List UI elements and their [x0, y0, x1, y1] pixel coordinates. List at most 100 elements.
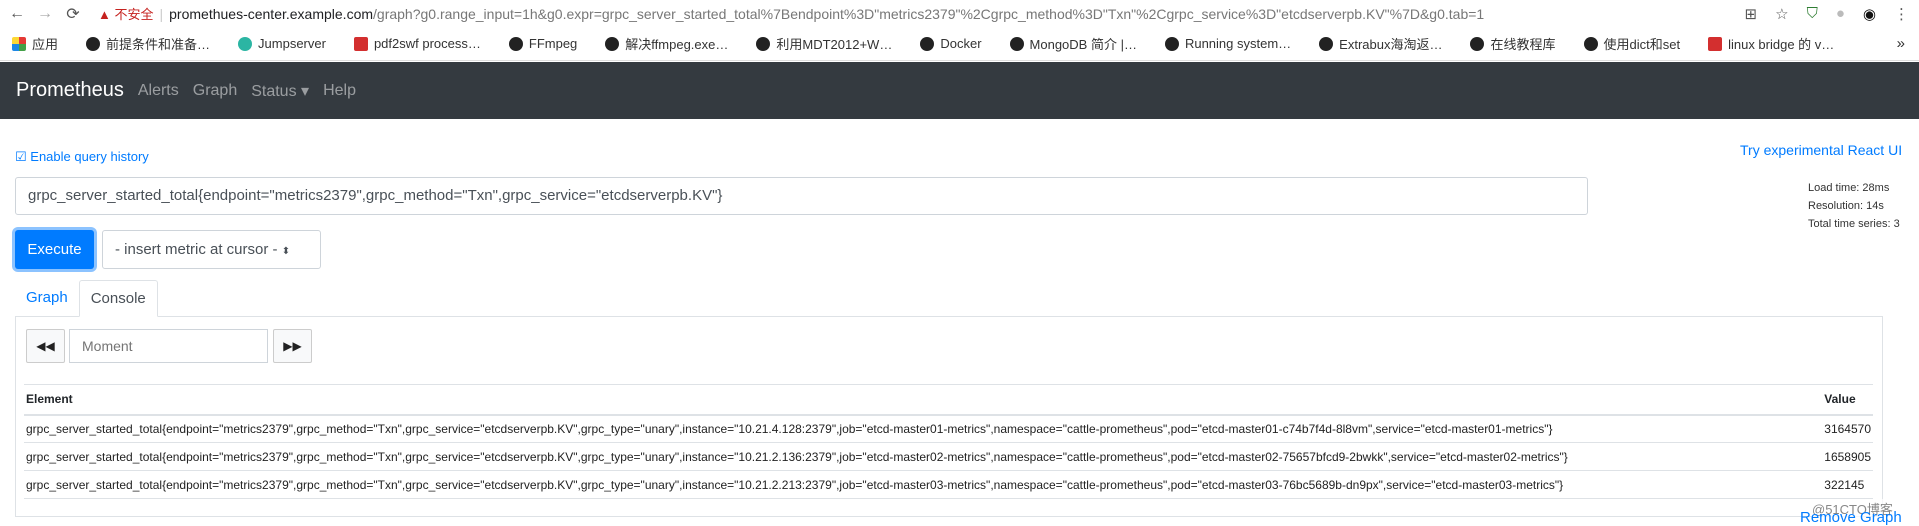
value-cell: 322145 — [1822, 470, 1873, 499]
bookmark-item[interactable]: MongoDB 简介 |… — [1009, 34, 1137, 53]
bookmark-label: 解决ffmpeg.exe… — [625, 37, 729, 52]
bookmark-label: 在线教程库 — [1490, 37, 1556, 52]
react-ui-link[interactable]: Try experimental React UI — [1740, 142, 1902, 158]
bookmark-label: 应用 — [32, 37, 59, 52]
url-path: /graph?g0.range_input=1h&g0.expr=grpc_se… — [373, 5, 1485, 22]
bookmark-item[interactable]: 前提条件和准备… — [86, 34, 210, 53]
insecure-label: 不安全 — [114, 7, 154, 22]
bookmark-label: MongoDB 简介 |… — [1029, 37, 1137, 52]
resolution: Resolution: 14s — [1808, 200, 1884, 212]
console-table: Element Value grpc_server_started_total{… — [24, 384, 1873, 499]
bookmark-item[interactable]: 使用dict和set — [1583, 34, 1681, 53]
column-element: Element — [24, 384, 1823, 416]
forward-icon: ▶▶ — [283, 339, 302, 353]
execute-button[interactable]: Execute — [15, 230, 94, 269]
globe-icon — [1319, 36, 1334, 51]
nav-status[interactable]: Status ▾ — [251, 81, 309, 101]
table-row: grpc_server_started_total{endpoint="metr… — [24, 470, 1873, 499]
globe-icon — [1009, 36, 1024, 51]
tab-graph[interactable]: Graph — [15, 280, 79, 317]
bookmark-item[interactable]: FFmpeg — [508, 36, 578, 51]
expression-input[interactable] — [15, 177, 1588, 215]
globe-icon — [756, 36, 771, 51]
bookmark-item[interactable]: Running system… — [1164, 36, 1292, 51]
previous-moment-button[interactable]: ◀◀ — [26, 329, 65, 363]
bookmark-label: 使用dict和set — [1603, 37, 1681, 52]
column-value: Value — [1822, 384, 1873, 416]
bookmark-label: Running system… — [1184, 36, 1292, 51]
csdn-icon — [353, 36, 368, 51]
bookmark-item[interactable]: Extrabux海淘返… — [1319, 34, 1442, 53]
profile-icon[interactable]: ◉ — [1863, 5, 1876, 23]
menu-icon[interactable]: ⋮ — [1894, 5, 1909, 23]
shield-extension-icon[interactable]: ⛉ — [1807, 5, 1818, 23]
moment-input[interactable] — [69, 329, 268, 363]
nav-help[interactable]: Help — [323, 82, 356, 100]
element-cell: grpc_server_started_total{endpoint="metr… — [24, 470, 1823, 499]
bookmark-label: 利用MDT2012+W… — [776, 37, 893, 52]
enable-query-history[interactable]: ☑ Enable query history — [15, 149, 149, 165]
load-time: Load time: 28ms — [1808, 182, 1890, 194]
jumpserver-icon — [238, 36, 253, 51]
element-cell: grpc_server_started_total{endpoint="metr… — [24, 414, 1823, 443]
history-label: Enable query history — [30, 149, 149, 164]
checkbox-checked-icon[interactable]: ☑ — [15, 149, 27, 164]
bookmark-label: pdf2swf process… — [373, 36, 481, 51]
total-series: Total time series: 3 — [1808, 218, 1900, 230]
diamond-icon — [86, 36, 101, 51]
bookmark-item[interactable]: Jumpserver — [238, 36, 326, 51]
bookmark-item[interactable]: linux bridge 的 v… — [1708, 34, 1834, 53]
brand[interactable]: Prometheus — [16, 79, 124, 102]
select-arrows-icon: ⬍ — [281, 246, 291, 257]
bookmark-label: 前提条件和准备… — [106, 37, 211, 52]
navbar: Prometheus Alerts Graph Status ▾ Help — [0, 62, 1919, 119]
next-moment-button[interactable]: ▶▶ — [273, 329, 312, 363]
table-row: grpc_server_started_total{endpoint="metr… — [24, 442, 1873, 471]
url-host: promethues-center.example.com — [169, 5, 374, 22]
circle-extension-icon[interactable]: ● — [1836, 5, 1845, 23]
insecure-warning[interactable]: ▲ 不安全 — [98, 4, 154, 23]
reload-icon[interactable]: ⟳ — [62, 4, 84, 24]
tab-bar: Graph Console — [15, 280, 1883, 317]
bookmark-item[interactable]: 应用 — [12, 34, 58, 53]
select-value: - insert metric at cursor - — [115, 241, 278, 258]
backward-icon: ◀◀ — [36, 339, 55, 353]
value-cell: 1658905 — [1822, 442, 1873, 471]
back-icon[interactable]: ← — [6, 5, 28, 23]
bookmark-item[interactable]: 解决ffmpeg.exe… — [605, 34, 728, 53]
bookmark-label: Extrabux海淘返… — [1339, 37, 1443, 52]
element-cell: grpc_server_started_total{endpoint="metr… — [24, 442, 1823, 471]
bookmark-item[interactable]: 利用MDT2012+W… — [756, 34, 892, 53]
rocket-icon — [1583, 36, 1598, 51]
translate-icon[interactable]: ⊞ — [1745, 5, 1758, 23]
value-cell: 3164570 — [1822, 414, 1873, 443]
insert-metric-select[interactable]: - insert metric at cursor - ⬍ — [102, 230, 321, 269]
globe-icon — [605, 36, 620, 51]
remove-graph-link[interactable]: Remove Graph — [1800, 509, 1902, 526]
query-stats: Load time: 28ms Resolution: 14s Total ti… — [1808, 179, 1900, 233]
bookmark-label: Jumpserver — [258, 36, 326, 51]
bookmark-label: FFmpeg — [528, 36, 578, 51]
more-bookmarks-icon[interactable]: » — [1897, 35, 1905, 52]
star-icon[interactable]: ☆ — [1775, 5, 1788, 23]
globe-icon — [1164, 36, 1179, 51]
bookmark-label: Docker — [940, 36, 982, 51]
nav-graph[interactable]: Graph — [193, 82, 237, 100]
csdn-icon — [1708, 36, 1723, 51]
bookmark-item[interactable]: pdf2swf process… — [353, 36, 481, 51]
address-bar-row: ← → ⟳ ▲ 不安全 | promethues-center.example.… — [0, 0, 1919, 27]
book-icon — [920, 36, 935, 51]
table-row: grpc_server_started_total{endpoint="metr… — [24, 414, 1873, 443]
nav-alerts[interactable]: Alerts — [138, 82, 179, 100]
tab-console[interactable]: Console — [78, 280, 158, 317]
bookmark-label: linux bridge 的 v… — [1728, 37, 1835, 52]
globe-icon — [508, 36, 523, 51]
forward-icon[interactable]: → — [34, 5, 56, 23]
bookmark-item[interactable]: Docker — [920, 36, 982, 51]
bookmarks-bar: 应用 前提条件和准备… Jumpserver pdf2swf process… FFmp… — [0, 27, 1919, 61]
url-field[interactable]: promethues-center.example.com/graph?g0.r… — [169, 6, 1484, 22]
globe-icon — [1470, 36, 1485, 51]
divider: | — [159, 5, 164, 22]
apps-icon — [12, 36, 26, 51]
bookmark-item[interactable]: 在线教程库 — [1470, 34, 1556, 53]
